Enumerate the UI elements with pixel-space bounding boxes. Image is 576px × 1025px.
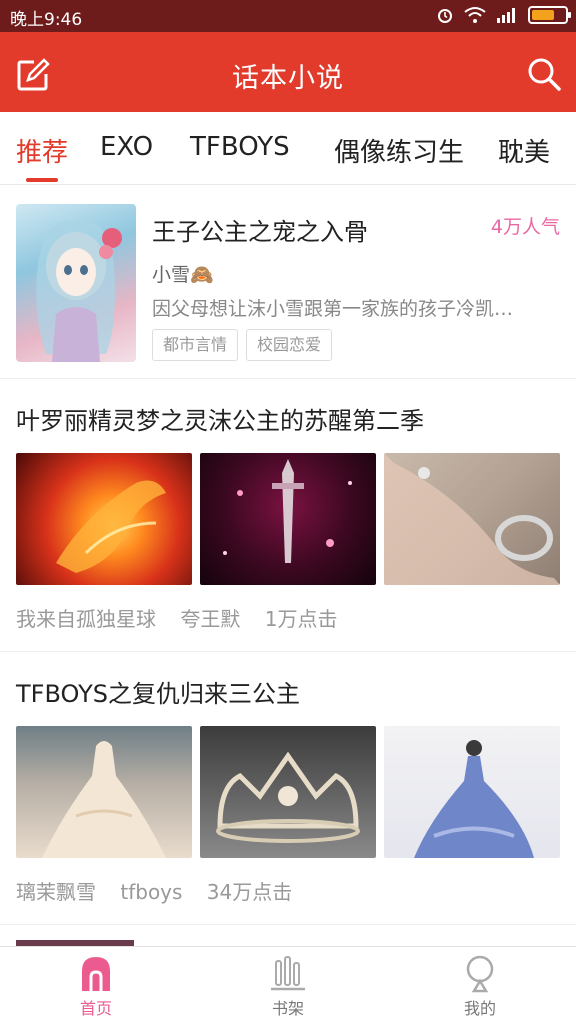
story-image-bracelet [384,453,560,585]
bookshelf-icon [271,956,305,991]
story-card[interactable]: TFBOYS之复仇归来三公主 璃茉飘雪 tfboys 34万点击 [0,652,576,925]
category-tabs: 推荐 EXO TFBOYS 偶像练习生 耽美 [0,112,576,185]
tab-danmei[interactable]: 耽美 [498,132,550,169]
story-clicks: 34万点击 [206,880,293,904]
search-icon[interactable] [526,56,562,92]
featured-title[interactable]: 王子公主之宠之入骨 [152,212,368,247]
nav-home-label: 首页 [79,999,112,1018]
featured-popularity: 4万人气 [490,216,560,238]
tab-exo[interactable]: EXO [100,132,153,162]
story-card[interactable]: 叶罗丽精灵梦之灵沫公主的苏醒第二季 我来自孤独星球 夸王默 1万点击 [0,379,576,652]
story-image-gown [16,726,192,858]
bottom-nav: 首页 书架 我的 [0,946,576,1025]
tab-recommended[interactable]: 推荐 [16,132,68,169]
story-meta: 我来自孤独星球 夸王默 1万点击 [16,603,355,632]
featured-author: 小雪🙈 [152,264,214,286]
nav-bookshelf-label: 书架 [271,999,304,1018]
story-image-phoenix [16,453,192,585]
signal-icon [497,8,515,23]
nav-profile-label: 我的 [463,999,496,1018]
status-icons [436,6,571,24]
nav-home[interactable]: 首页 [36,953,156,1019]
story-author: 我来自孤独星球 [16,607,156,631]
tab-idol-trainee[interactable]: 偶像练习生 [334,132,464,169]
story-title[interactable]: TFBOYS之复仇归来三公主 [16,674,300,709]
featured-tag[interactable]: 都市言情 [152,329,239,361]
story-image-sword [200,453,376,585]
story-image-crown [200,726,376,858]
featured-description: 因父母想让沫小雪跟第一家族的孩子冷凯… [152,298,514,320]
home-icon [82,957,110,991]
nav-profile[interactable]: 我的 [420,953,540,1019]
story-image-blue-dress [384,726,560,858]
story-title[interactable]: 叶罗丽精灵梦之灵沫公主的苏醒第二季 [16,401,424,436]
story-meta: 璃茉飘雪 tfboys 34万点击 [16,876,310,905]
featured-cover-image [16,204,136,362]
battery-icon [528,6,571,24]
alarm-icon [438,9,452,23]
story-author: 璃茉飘雪 [16,880,96,904]
story-tag: tfboys [120,880,183,904]
nav-bookshelf[interactable]: 书架 [228,953,348,1019]
tab-tfboys[interactable]: TFBOYS [190,132,290,162]
story-tag: 夸王默 [180,607,241,631]
status-bar: 晚上9:46 [0,0,576,32]
status-time: 晚上9:46 [10,10,83,30]
story-clicks: 1万点击 [264,607,338,631]
app-bar: 话本小说 [0,32,576,112]
featured-story-card[interactable]: 王子公主之宠之入骨 4万人气 小雪🙈 因父母想让沫小雪跟第一家族的孩子冷凯… 都… [0,184,576,379]
wifi-icon [464,7,486,23]
profile-icon [466,955,494,993]
active-tab-indicator [26,178,58,182]
app-title: 话本小说 [232,63,344,94]
featured-tag[interactable]: 校园恋爱 [246,329,333,361]
